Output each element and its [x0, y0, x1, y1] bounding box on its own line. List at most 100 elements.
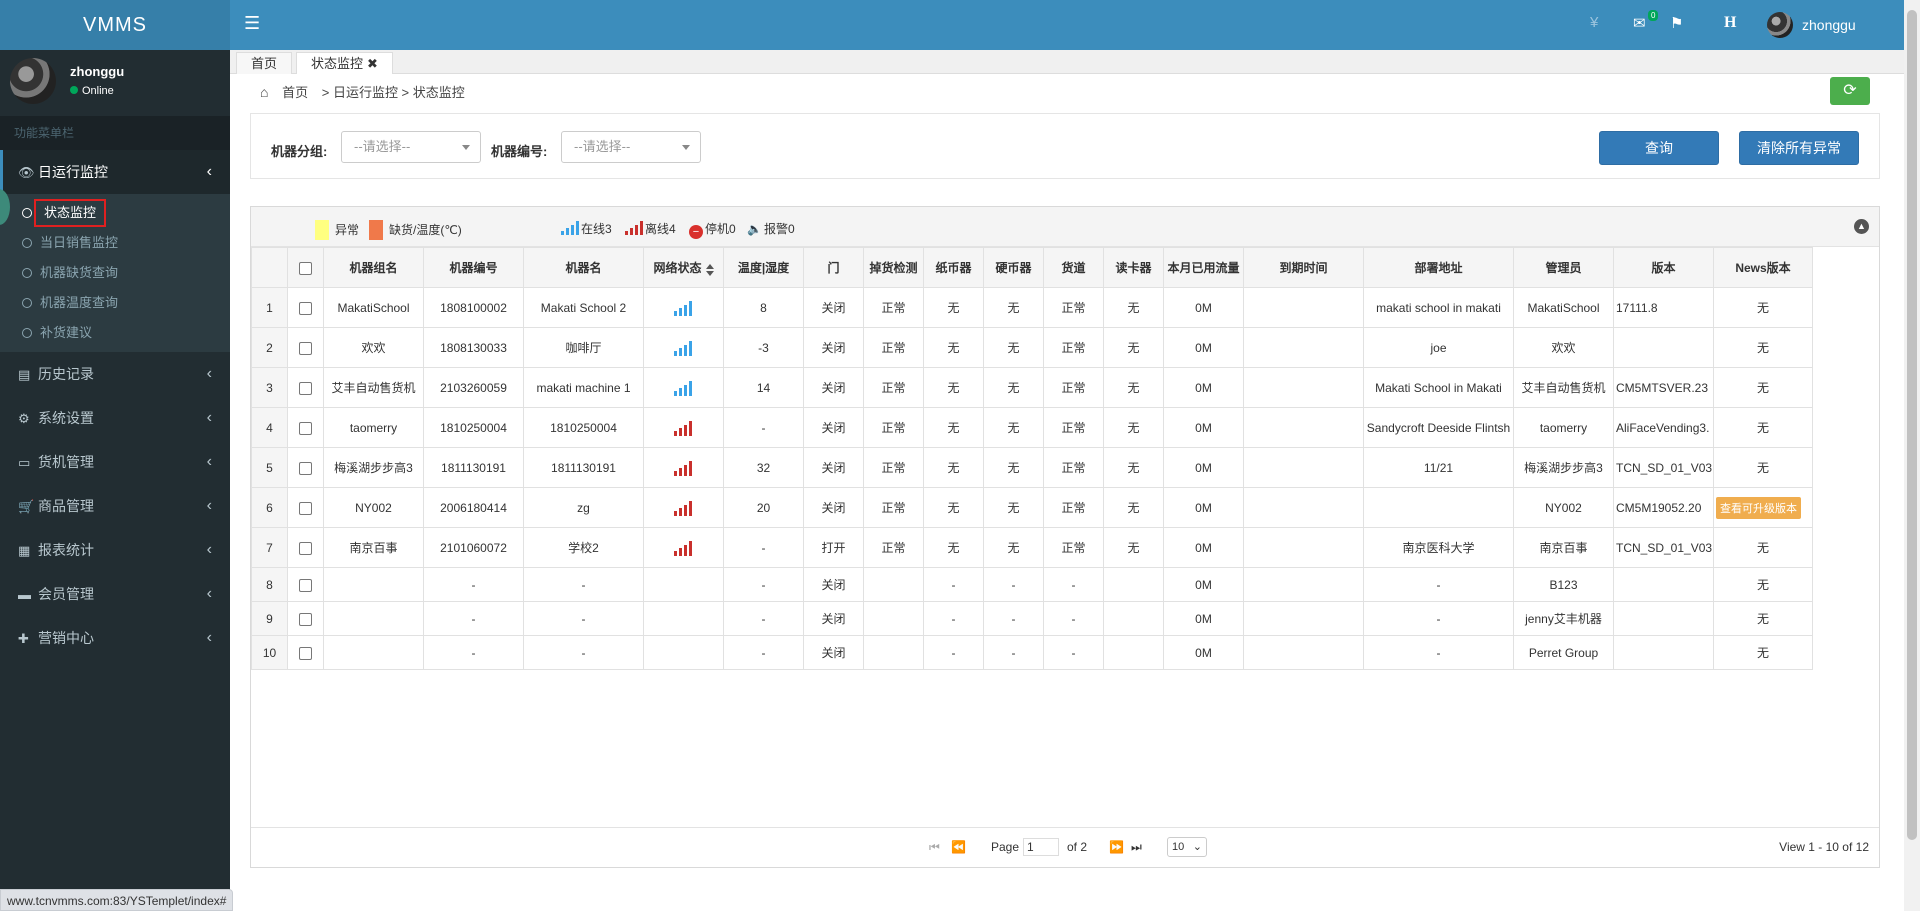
- mail-icon[interactable]: ✉: [1633, 14, 1646, 32]
- tab-home[interactable]: 首页: [236, 52, 292, 74]
- nav-group-daily-monitor[interactable]: 👁日运行监控 ‹: [0, 150, 230, 194]
- collapse-up-icon[interactable]: ▲: [1854, 219, 1869, 234]
- nav-settings[interactable]: ⚙系统设置‹: [0, 396, 230, 440]
- col-header[interactable]: 掉货检测: [864, 248, 924, 288]
- col-header[interactable]: 机器名: [524, 248, 644, 288]
- row-checkbox[interactable]: [299, 613, 312, 626]
- col-header-network[interactable]: 网络状态: [644, 248, 724, 288]
- table-row[interactable]: 7南京百事2101060072学校2-打开正常无无正常无0M南京医科大学南京百事…: [252, 528, 1813, 568]
- sub-item-status-monitor[interactable]: 状态监控: [0, 198, 230, 228]
- row-select-cell[interactable]: [288, 636, 324, 670]
- row-select-cell[interactable]: [288, 328, 324, 368]
- col-header[interactable]: 货道: [1044, 248, 1104, 288]
- machine-number-select[interactable]: --请选择--: [561, 131, 701, 163]
- user-name: zhonggu: [70, 64, 124, 79]
- top-avatar[interactable]: [1767, 12, 1793, 38]
- sub-item-daily-sales[interactable]: 当日销售监控: [0, 228, 230, 258]
- row-select-cell[interactable]: [288, 488, 324, 528]
- app-brand[interactable]: VMMS: [0, 0, 230, 50]
- yen-icon[interactable]: ¥: [1590, 14, 1598, 31]
- nav-marketing[interactable]: ✚营销中心‹: [0, 616, 230, 660]
- table-row[interactable]: 2欢欢1808130033咖啡厅-3关闭正常无无正常无0Mjoe欢欢无: [252, 328, 1813, 368]
- row-checkbox[interactable]: [299, 579, 312, 592]
- col-header[interactable]: 门: [804, 248, 864, 288]
- query-button[interactable]: 查询: [1599, 131, 1719, 165]
- per-page-select[interactable]: 10⌄: [1167, 837, 1207, 857]
- sort-icon[interactable]: [706, 271, 714, 276]
- page-input[interactable]: 1: [1023, 838, 1059, 856]
- table-row[interactable]: 4taomerry18102500041810250004-关闭正常无无正常无0…: [252, 408, 1813, 448]
- col-header[interactable]: 版本: [1614, 248, 1714, 288]
- col-header[interactable]: 到期时间: [1244, 248, 1364, 288]
- nav-members[interactable]: ▬会员管理‹: [0, 572, 230, 616]
- select-all-checkbox[interactable]: [299, 262, 312, 275]
- row-select-cell[interactable]: [288, 408, 324, 448]
- nav-history[interactable]: ▤历史记录‹: [0, 352, 230, 396]
- refresh-button[interactable]: ⟳: [1830, 77, 1870, 105]
- h-icon[interactable]: H: [1724, 14, 1736, 32]
- next-page-icon[interactable]: ⏩: [1109, 840, 1124, 854]
- menu-toggle-icon[interactable]: ☰: [244, 13, 260, 34]
- nav-products[interactable]: 🛒商品管理‹: [0, 484, 230, 528]
- flag-icon[interactable]: ⚑: [1670, 14, 1683, 32]
- sub-item-restock[interactable]: 补货建议: [0, 318, 230, 348]
- col-header[interactable]: 硬币器: [984, 248, 1044, 288]
- page-scrollbar[interactable]: [1904, 0, 1920, 911]
- row-checkbox[interactable]: [299, 462, 312, 475]
- col-header[interactable]: 机器组名: [324, 248, 424, 288]
- cell-news[interactable]: 查看可升级版本: [1714, 488, 1813, 528]
- breadcrumb-home[interactable]: 首页: [282, 85, 308, 100]
- prev-page-icon[interactable]: ⏪: [951, 840, 966, 854]
- table-row[interactable]: 9---关闭---0M-jenny艾丰机器无: [252, 602, 1813, 636]
- row-checkbox[interactable]: [299, 502, 312, 515]
- refresh-icon: ⟳: [1843, 82, 1856, 99]
- row-checkbox[interactable]: [299, 342, 312, 355]
- sub-item-temp-query[interactable]: 机器温度查询: [0, 288, 230, 318]
- row-checkbox[interactable]: [299, 542, 312, 555]
- last-page-icon[interactable]: ⏭: [1131, 840, 1142, 855]
- row-select-cell[interactable]: [288, 602, 324, 636]
- upgrade-version-button[interactable]: 查看可升级版本: [1716, 497, 1801, 519]
- table-row[interactable]: 3艾丰自动售货机2103260059makati machine 114关闭正常…: [252, 368, 1813, 408]
- col-header[interactable]: 管理员: [1514, 248, 1614, 288]
- col-header[interactable]: 温度|湿度: [724, 248, 804, 288]
- row-checkbox[interactable]: [299, 382, 312, 395]
- row-select-cell[interactable]: [288, 568, 324, 602]
- close-icon[interactable]: ✖: [367, 56, 378, 71]
- table-row[interactable]: 1MakatiSchool1808100002Makati School 28关…: [252, 288, 1813, 328]
- col-header[interactable]: News版本: [1714, 248, 1813, 288]
- col-header[interactable]: 本月已用流量: [1164, 248, 1244, 288]
- row-select-cell[interactable]: [288, 448, 324, 488]
- clear-exceptions-button[interactable]: 清除所有异常: [1739, 131, 1859, 165]
- pager: ⏮ ⏪ Page 1 of 2 ⏩ ⏭ 10⌄ View 1 - 10 of 1…: [251, 827, 1879, 867]
- table-row[interactable]: 8---关闭---0M-B123无: [252, 568, 1813, 602]
- col-header[interactable]: 部署地址: [1364, 248, 1514, 288]
- circle-icon: [22, 208, 32, 218]
- machine-group-select[interactable]: --请选择--: [341, 131, 481, 163]
- row-select-cell[interactable]: [288, 368, 324, 408]
- row-checkbox[interactable]: [299, 422, 312, 435]
- first-page-icon[interactable]: ⏮: [929, 840, 940, 855]
- col-header[interactable]: 纸币器: [924, 248, 984, 288]
- table-row[interactable]: 6NY0022006180414zg20关闭正常无无正常无0MNY002CM5M…: [252, 488, 1813, 528]
- row-select-cell[interactable]: [288, 288, 324, 328]
- tab-status-monitor[interactable]: 状态监控 ✖: [296, 52, 393, 74]
- cell-card: 无: [1104, 528, 1164, 568]
- scrollbar-thumb[interactable]: [1907, 10, 1917, 840]
- cell-admin: 南京百事: [1514, 528, 1614, 568]
- cell-door: 关闭: [804, 568, 864, 602]
- row-checkbox[interactable]: [299, 302, 312, 315]
- top-user-name[interactable]: zhonggu: [1802, 17, 1856, 33]
- tab-label: 状态监控: [311, 56, 363, 71]
- sub-item-stock-query[interactable]: 机器缺货查询: [0, 258, 230, 288]
- home-icon[interactable]: ⌂: [260, 84, 268, 100]
- row-checkbox[interactable]: [299, 647, 312, 660]
- nav-machines[interactable]: ▭货机管理‹: [0, 440, 230, 484]
- col-select-all[interactable]: [288, 248, 324, 288]
- row-select-cell[interactable]: [288, 528, 324, 568]
- table-row[interactable]: 10---关闭---0M-Perret Group无: [252, 636, 1813, 670]
- col-header[interactable]: 机器编号: [424, 248, 524, 288]
- col-header[interactable]: 读卡器: [1104, 248, 1164, 288]
- nav-reports[interactable]: ▦报表统计‹: [0, 528, 230, 572]
- table-row[interactable]: 5梅溪湖步步高31811130191181113019132关闭正常无无正常无0…: [252, 448, 1813, 488]
